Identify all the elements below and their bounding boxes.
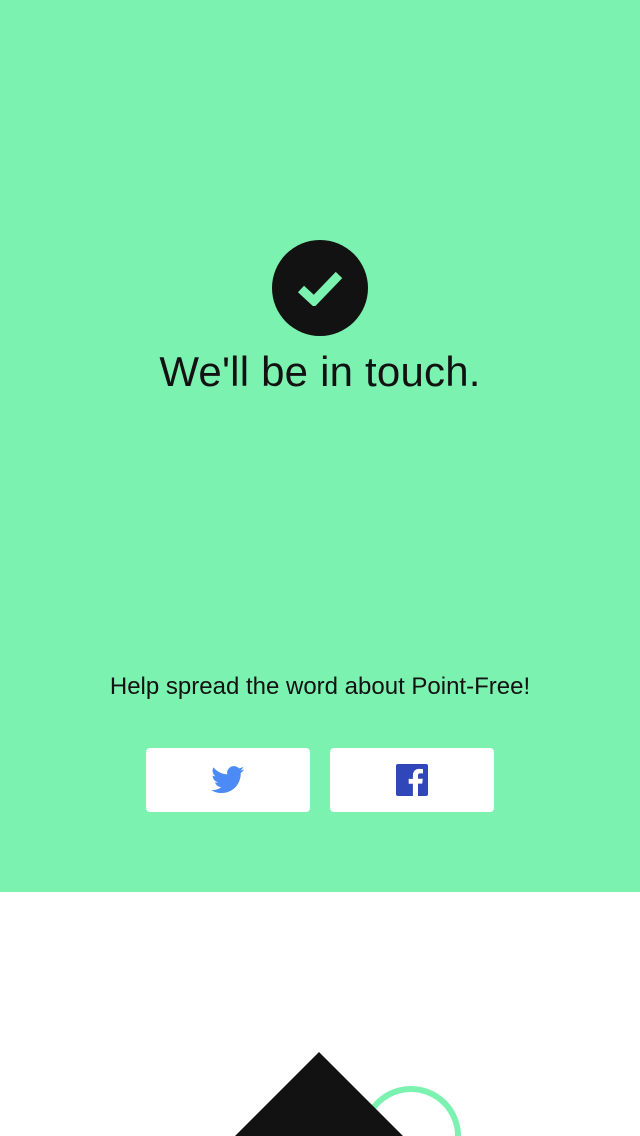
twitter-share-button[interactable] [146,748,310,812]
decorative-illustration [0,892,640,1136]
triangle-shape [235,1052,403,1136]
share-prompt: Help spread the word about Point-Free! [109,673,531,700]
twitter-icon [211,766,245,794]
facebook-icon [396,764,428,796]
triangle-circle-graphic [235,1052,461,1136]
checkmark-badge [272,240,368,336]
facebook-share-button[interactable] [330,748,494,812]
confirmation-hero: We'll be in touch. Help spread the word … [0,0,640,892]
checkmark-icon [297,271,343,306]
confirmation-headline: We'll be in touch. [159,348,481,395]
